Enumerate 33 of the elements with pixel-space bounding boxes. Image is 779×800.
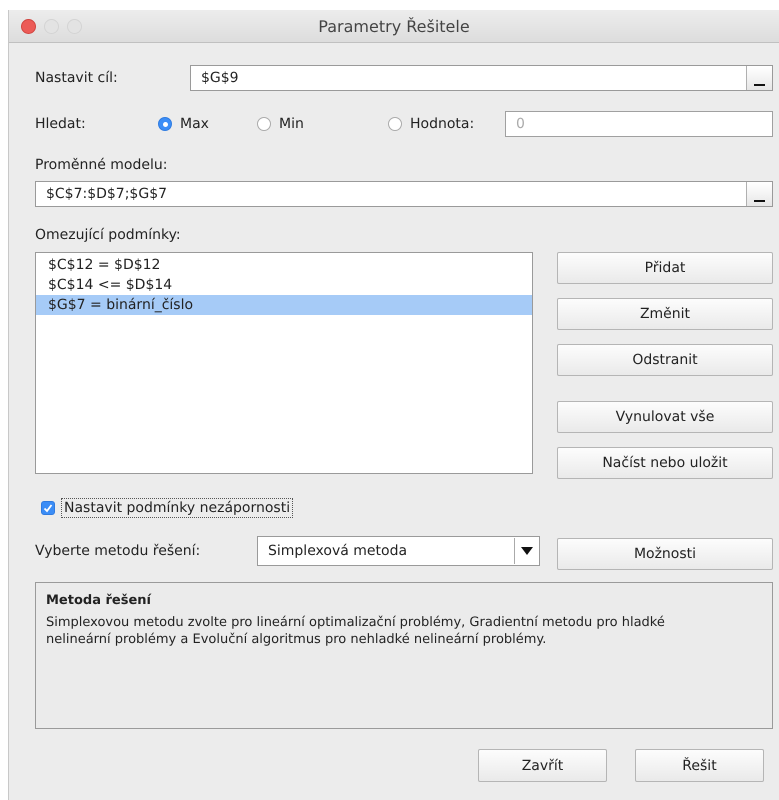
- constraint-item[interactable]: $G$7 = binární_číslo: [36, 295, 532, 315]
- radio-button[interactable]: [158, 117, 172, 131]
- method-label: Vyberte metodu řešení:: [35, 543, 202, 559]
- objective-label: Nastavit cíl:: [35, 70, 119, 86]
- radio-label: Hodnota:: [410, 116, 474, 132]
- constraint-button[interactable]: Přidat: [557, 252, 773, 284]
- footer-button[interactable]: Řešit: [635, 749, 764, 782]
- checkbox-label[interactable]: Nastavit podmínky nezápornosti: [61, 498, 294, 518]
- constraint-button[interactable]: Vynulovat vše: [557, 401, 773, 433]
- range-picker-icon[interactable]: [746, 66, 772, 90]
- constraint-button[interactable]: Odstranit: [557, 344, 773, 376]
- radio-label: Min: [279, 116, 304, 132]
- constraint-button[interactable]: Načíst nebo uložit: [557, 447, 773, 479]
- search-label: Hledat:: [35, 116, 87, 132]
- constraint-item[interactable]: $C$14 <= $D$14: [36, 275, 532, 295]
- variables-label: Proměnné modelu:: [35, 157, 168, 173]
- constraints-label: Omezující podmínky:: [35, 227, 182, 243]
- variables-field[interactable]: $C$7:$D$7;$G$7: [35, 181, 773, 207]
- radio-label: Max: [180, 116, 209, 132]
- method-select[interactable]: Simplexová metoda: [257, 536, 540, 566]
- checkbox[interactable]: [41, 501, 55, 515]
- constraint-item[interactable]: $C$12 = $D$12: [36, 255, 532, 275]
- footer-button[interactable]: Zavřít: [478, 749, 607, 782]
- objective-field[interactable]: $G$9: [190, 65, 773, 91]
- description-text: Simplexovou metodu zvolte pro lineární optimalizační problémy, Gradientní metodu pro hladké nelineární problémy a Evoluční algoritmus pro nehladké nelineární problémy.: [46, 614, 666, 648]
- radio-button[interactable]: [257, 117, 271, 131]
- constraint-button[interactable]: Změnit: [557, 298, 773, 330]
- options-button[interactable]: Možnosti: [557, 538, 773, 570]
- range-picker-icon[interactable]: [746, 182, 772, 206]
- close-button[interactable]: [21, 18, 36, 34]
- radio-button[interactable]: [388, 117, 402, 131]
- window-title: Parametry Řešitele: [318, 16, 470, 36]
- description-title: Metoda řešení: [46, 593, 152, 608]
